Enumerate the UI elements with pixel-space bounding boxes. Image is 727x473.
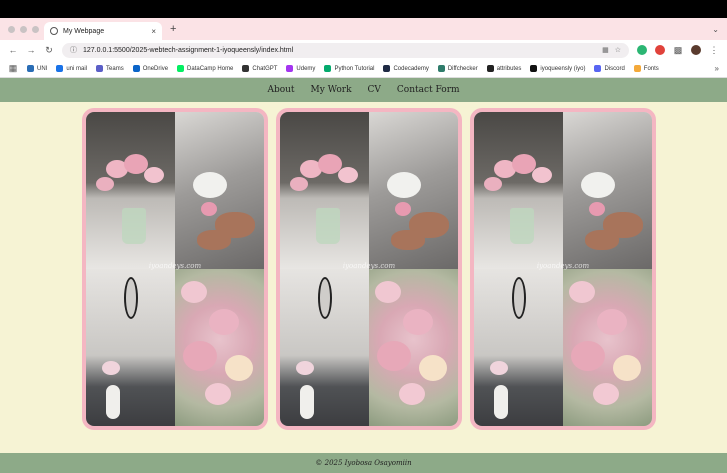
extensions-puzzle-icon[interactable]: ▩ bbox=[673, 45, 683, 56]
bookmark-item[interactable]: Fonts bbox=[633, 65, 659, 72]
bookmark-favicon-icon bbox=[437, 65, 445, 72]
bookmark-item[interactable]: ChatGPT bbox=[242, 65, 277, 72]
bookmark-item[interactable]: Diffchecker bbox=[437, 65, 478, 72]
bookmark-favicon-icon bbox=[633, 65, 641, 72]
web-page: About My Work CV Contact Form iyoandeys.… bbox=[0, 78, 727, 473]
bookmark-favicon-icon bbox=[324, 65, 332, 72]
apps-grid-icon[interactable]: ▦ bbox=[8, 63, 18, 74]
photo-arranging-flowers bbox=[563, 112, 652, 269]
url-text[interactable]: 127.0.0.1:5500/2025-webtech-assignment-1… bbox=[83, 47, 596, 54]
bookmark-favicon-icon bbox=[242, 65, 250, 72]
bookmark-item[interactable]: Codecademy bbox=[383, 65, 429, 72]
photo-tulips-vase bbox=[474, 112, 563, 269]
photo-peonies-bouquet bbox=[369, 269, 458, 426]
photo-card[interactable]: iyoandeys.com bbox=[276, 108, 462, 430]
photo-arranging-flowers bbox=[175, 112, 264, 269]
bookmarks-overflow-button[interactable]: » bbox=[715, 64, 719, 73]
bookmark-favicon-icon bbox=[530, 65, 538, 72]
photo-arranging-flowers bbox=[369, 112, 458, 269]
bookmark-star-icon[interactable]: ☆ bbox=[615, 46, 621, 54]
tab-title: My Webpage bbox=[63, 27, 105, 35]
photo-peonies-bouquet bbox=[563, 269, 652, 426]
back-arrow-icon[interactable]: ← bbox=[8, 45, 18, 55]
bookmark-item[interactable]: DataCamp Home bbox=[177, 65, 233, 72]
bookmark-item[interactable]: OneDrive bbox=[132, 65, 168, 72]
minimize-window-button[interactable] bbox=[20, 25, 27, 33]
bookmark-favicon-icon bbox=[594, 65, 602, 72]
photo-peonies-bouquet bbox=[175, 269, 264, 426]
copyright-text: © 2025 Iyobosa Osayomiin bbox=[315, 459, 412, 467]
bookmark-favicon-icon bbox=[486, 65, 494, 72]
window-controls bbox=[8, 25, 44, 33]
photo-card[interactable]: iyoandeys.com bbox=[82, 108, 268, 430]
bookmark-favicon-icon bbox=[27, 65, 34, 72]
site-footer: © 2025 Iyobosa Osayomiin bbox=[0, 453, 727, 473]
nav-link-about[interactable]: About bbox=[267, 85, 294, 95]
bookmark-item[interactable]: attributes bbox=[486, 65, 521, 72]
address-bar-row: ← → ↻ ⓘ 127.0.0.1:5500/2025-webtech-assi… bbox=[0, 40, 727, 60]
nav-link-my-work[interactable]: My Work bbox=[311, 85, 352, 95]
bookmark-favicon-icon bbox=[56, 65, 64, 72]
bookmark-favicon-icon bbox=[286, 65, 294, 72]
menu-kebab-icon[interactable]: ⋮ bbox=[709, 45, 719, 56]
photo-living-room bbox=[280, 269, 369, 426]
photo-living-room bbox=[86, 269, 175, 426]
bookmark-item[interactable]: Python Tutorial bbox=[324, 65, 374, 72]
browser-tab-strip: My Webpage × + ⌄ bbox=[0, 18, 727, 40]
nav-link-contact-form[interactable]: Contact Form bbox=[397, 85, 460, 95]
site-info-icon[interactable]: ⓘ bbox=[70, 45, 77, 55]
bookmarks-bar: ▦ UNI uni mail Teams OneDrive DataCamp H… bbox=[0, 60, 727, 78]
forward-arrow-icon[interactable]: → bbox=[26, 45, 36, 55]
reload-icon[interactable]: ↻ bbox=[44, 45, 54, 56]
close-tab-button[interactable]: × bbox=[151, 27, 156, 36]
maximize-window-button[interactable] bbox=[32, 25, 39, 33]
bookmark-favicon-icon bbox=[96, 65, 104, 72]
bookmark-item[interactable]: UNI bbox=[27, 65, 47, 72]
photo-card[interactable]: iyoandeys.com bbox=[470, 108, 656, 430]
translate-icon[interactable]: ▦ bbox=[602, 46, 609, 54]
profile-avatar-icon[interactable] bbox=[691, 45, 701, 55]
photo-gallery: iyoandeys.com iyoandeys.com iyoandeys.co… bbox=[82, 108, 656, 430]
photo-tulips-vase bbox=[86, 112, 175, 269]
bookmark-item[interactable]: uni mail bbox=[56, 65, 87, 72]
photo-living-room bbox=[474, 269, 563, 426]
browser-tab-active[interactable]: My Webpage × bbox=[44, 22, 162, 40]
new-tab-button[interactable]: + bbox=[170, 23, 176, 35]
extension-icon[interactable] bbox=[637, 45, 647, 55]
close-window-button[interactable] bbox=[8, 25, 15, 33]
globe-icon bbox=[50, 27, 58, 35]
address-bar[interactable]: ⓘ 127.0.0.1:5500/2025-webtech-assignment… bbox=[62, 42, 629, 58]
tab-search-chevron-icon[interactable]: ⌄ bbox=[712, 25, 719, 34]
bookmark-item[interactable]: Teams bbox=[96, 65, 124, 72]
extension-icon[interactable] bbox=[655, 45, 665, 55]
screen-top-bar bbox=[0, 0, 727, 18]
bookmark-item[interactable]: iyoqueensly (iyo) bbox=[530, 65, 585, 72]
bookmark-item[interactable]: Discord bbox=[594, 65, 625, 72]
photo-tulips-vase bbox=[280, 112, 369, 269]
site-nav: About My Work CV Contact Form bbox=[0, 78, 727, 102]
bookmark-favicon-icon bbox=[132, 65, 140, 72]
bookmark-item[interactable]: Udemy bbox=[286, 65, 315, 72]
bookmark-favicon-icon bbox=[177, 65, 185, 72]
nav-link-cv[interactable]: CV bbox=[368, 85, 381, 95]
bookmark-favicon-icon bbox=[383, 65, 391, 72]
